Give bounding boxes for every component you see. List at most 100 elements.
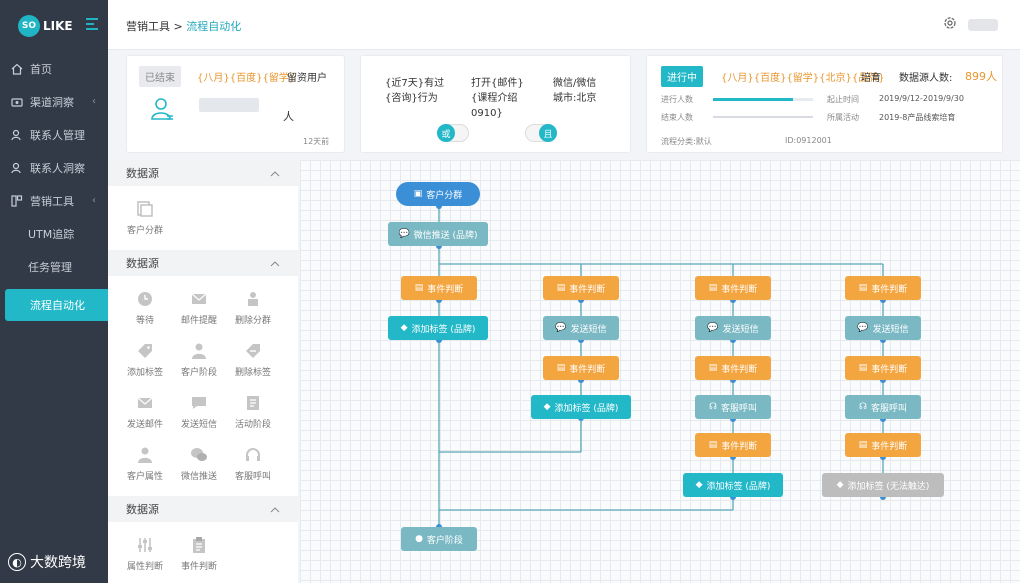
palette-section-header[interactable]: 数据源: [108, 250, 298, 276]
flow-node-add-tag[interactable]: ◆ 添加标签 (品牌): [531, 395, 631, 419]
flow-node-event[interactable]: ▤ 事件判断: [543, 356, 619, 380]
flow-node-stage[interactable]: ● 客户阶段: [401, 527, 477, 551]
node-label: 发送短信: [570, 324, 607, 335]
chevron-left-icon: ‹: [92, 96, 96, 107]
nav-item-utm[interactable]: UTM追踪: [0, 217, 108, 250]
avatar[interactable]: [968, 19, 998, 31]
flow-info-card[interactable]: 进行中 {八月}{百度}{留学}{北京}{品牌} 培育 数据源人数: 899人 …: [646, 55, 1003, 153]
palette-item[interactable]: 客户阶段: [172, 334, 226, 386]
node-label: 事件判断: [871, 284, 908, 295]
or-toggle[interactable]: 或: [437, 124, 469, 142]
palette-item[interactable]: 删除标签: [226, 334, 280, 386]
palette-item[interactable]: 等待: [118, 282, 172, 334]
flow-node-event[interactable]: ▤ 事件判断: [845, 276, 921, 300]
flow-node-call[interactable]: ☊ 客服呼叫: [845, 395, 921, 419]
palette-item-label: 客户分群: [126, 226, 163, 236]
end-track: [713, 116, 813, 118]
flow-node-sms[interactable]: 💬 发送短信: [543, 316, 619, 340]
breadcrumb-current: 流程自动化: [186, 20, 242, 33]
progress-label: 进行人数: [661, 95, 693, 104]
breadcrumb-separator: >: [170, 20, 187, 33]
node-label: 添加标签 (无法触达): [847, 481, 930, 492]
and-toggle-knob: 且: [539, 124, 557, 142]
palette-item[interactable]: 属性判断: [118, 528, 172, 580]
flow-node-sms[interactable]: 💬 发送短信: [845, 316, 921, 340]
flow-node-event[interactable]: ▤ 事件判断: [845, 433, 921, 457]
nav-label: 流程自动化: [30, 299, 85, 312]
flow-node-sms[interactable]: 💬 发送短信: [695, 316, 771, 340]
wechat-icon: [191, 448, 207, 461]
top-bar: 营销工具 > 流程自动化: [108, 0, 1020, 50]
end-label: 结束人数: [661, 113, 693, 122]
flow-node-wechat[interactable]: 💬 微信推送 (品牌): [388, 222, 488, 246]
clipboard-icon: ▤: [858, 283, 868, 293]
flow-node-start[interactable]: ▣ 客户分群: [396, 182, 480, 206]
palette-item[interactable]: 发送短信: [172, 386, 226, 438]
flow-node-event[interactable]: ▤ 事件判断: [695, 356, 771, 380]
activity-label: 所属活动: [827, 113, 859, 122]
time-value: 2019/9/12-2019/9/30: [879, 94, 964, 103]
node-label: 发送短信: [722, 324, 759, 335]
and-toggle[interactable]: 且: [525, 124, 557, 142]
palette-section-header[interactable]: 数据源: [108, 160, 298, 186]
palette-item[interactable]: 活动阶段: [226, 386, 280, 438]
flow-node-event[interactable]: ▤ 事件判断: [401, 276, 477, 300]
flow-node-add-tag[interactable]: ◆ 添加标签 (品牌): [683, 473, 783, 497]
time-label: 起止时间: [827, 95, 859, 104]
headset-icon: ☊: [858, 402, 867, 412]
node-label: 事件判断: [721, 441, 758, 452]
nav-item-channel[interactable]: 渠道洞察 ‹: [0, 85, 108, 118]
nav-label: 联系人管理: [30, 128, 85, 142]
nav-label: 渠道洞察: [30, 95, 74, 109]
flow-node-event[interactable]: ▤ 事件判断: [695, 276, 771, 300]
palette-item[interactable]: 微信推送: [172, 438, 226, 490]
count-unit: 人: [283, 110, 294, 123]
palette-item-label: 客户属性: [126, 472, 163, 482]
breadcrumb-parent[interactable]: 营销工具: [126, 20, 170, 33]
flow-node-event[interactable]: ▤ 事件判断: [695, 433, 771, 457]
nav-item-home[interactable]: 首页: [0, 52, 108, 85]
nav-item-automation[interactable]: 流程自动化: [5, 289, 115, 321]
count-label: 数据源人数:: [899, 73, 953, 84]
flow-canvas[interactable]: ▣ 客户分群 💬 微信推送 (品牌) ▤ 事件判断 ◆ 添加标签 (品牌) ● 客户阶段 …: [300, 160, 1020, 583]
node-label: 事件判断: [569, 364, 606, 375]
node-label: 发送短信: [872, 324, 909, 335]
palette-item[interactable]: 发送邮件: [118, 386, 172, 438]
rule-card[interactable]: {近7天}有过 {咨询}行为 打开{邮件} {课程介绍 0910} 微信/微信 …: [360, 55, 631, 153]
palette-item[interactable]: 事件判断: [172, 528, 226, 580]
menu-toggle-icon[interactable]: [86, 18, 98, 30]
nav-item-contact-insight[interactable]: 联系人洞察: [0, 151, 108, 184]
palette-item[interactable]: 客服呼叫: [226, 438, 280, 490]
node-label: 添加标签 (品牌): [706, 481, 771, 492]
rule-condition-2: 打开{邮件} {课程介绍 0910}: [471, 78, 524, 119]
gear-icon[interactable]: [942, 15, 958, 35]
palette-item-segment[interactable]: 客户分群: [118, 192, 172, 244]
breadcrumb: 营销工具 > 流程自动化: [126, 18, 241, 34]
nav-item-tasks[interactable]: 任务管理: [0, 250, 108, 283]
flow-node-add-tag[interactable]: ◆ 添加标签 (品牌): [388, 316, 488, 340]
flow-node-add-tag-disabled[interactable]: ◆ 添加标签 (无法触达): [822, 473, 944, 497]
flow-node-event[interactable]: ▤ 事件判断: [543, 276, 619, 300]
logo-badge: SO: [18, 15, 40, 37]
palette-item[interactable]: 邮件提醒: [172, 282, 226, 334]
attribute-icon: [138, 447, 152, 463]
flow-node-call[interactable]: ☊ 客服呼叫: [695, 395, 771, 419]
palette-item[interactable]: 添加标签: [118, 334, 172, 386]
flow-id: ID:0912001: [785, 136, 832, 145]
chevron-up-icon: [270, 503, 280, 516]
nav-item-contacts[interactable]: 联系人管理: [0, 118, 108, 151]
palette-item[interactable]: 删除分群: [226, 282, 280, 334]
palette-item[interactable]: 客户属性: [118, 438, 172, 490]
clock-icon: [138, 292, 152, 306]
palette-section-header[interactable]: 数据源: [108, 496, 298, 522]
sidebar: SO LIKE 首页 渠道洞察 ‹ 联系人管理 联系人洞察 营销工具 ‹ UTM…: [0, 0, 115, 583]
node-label: 事件判断: [871, 441, 908, 452]
flow-node-event[interactable]: ▤ 事件判断: [845, 356, 921, 380]
count-value: 899人: [965, 70, 997, 83]
relative-time: 12天前: [303, 137, 330, 146]
segment-card[interactable]: 已结束 {八月}{百度}{留学} 留资用户 人 12天前: [126, 55, 345, 153]
nav-item-tools[interactable]: 营销工具 ‹: [0, 184, 108, 217]
person-icon: [192, 343, 206, 359]
nav-label: 首页: [30, 62, 52, 76]
node-label: 事件判断: [721, 364, 758, 375]
